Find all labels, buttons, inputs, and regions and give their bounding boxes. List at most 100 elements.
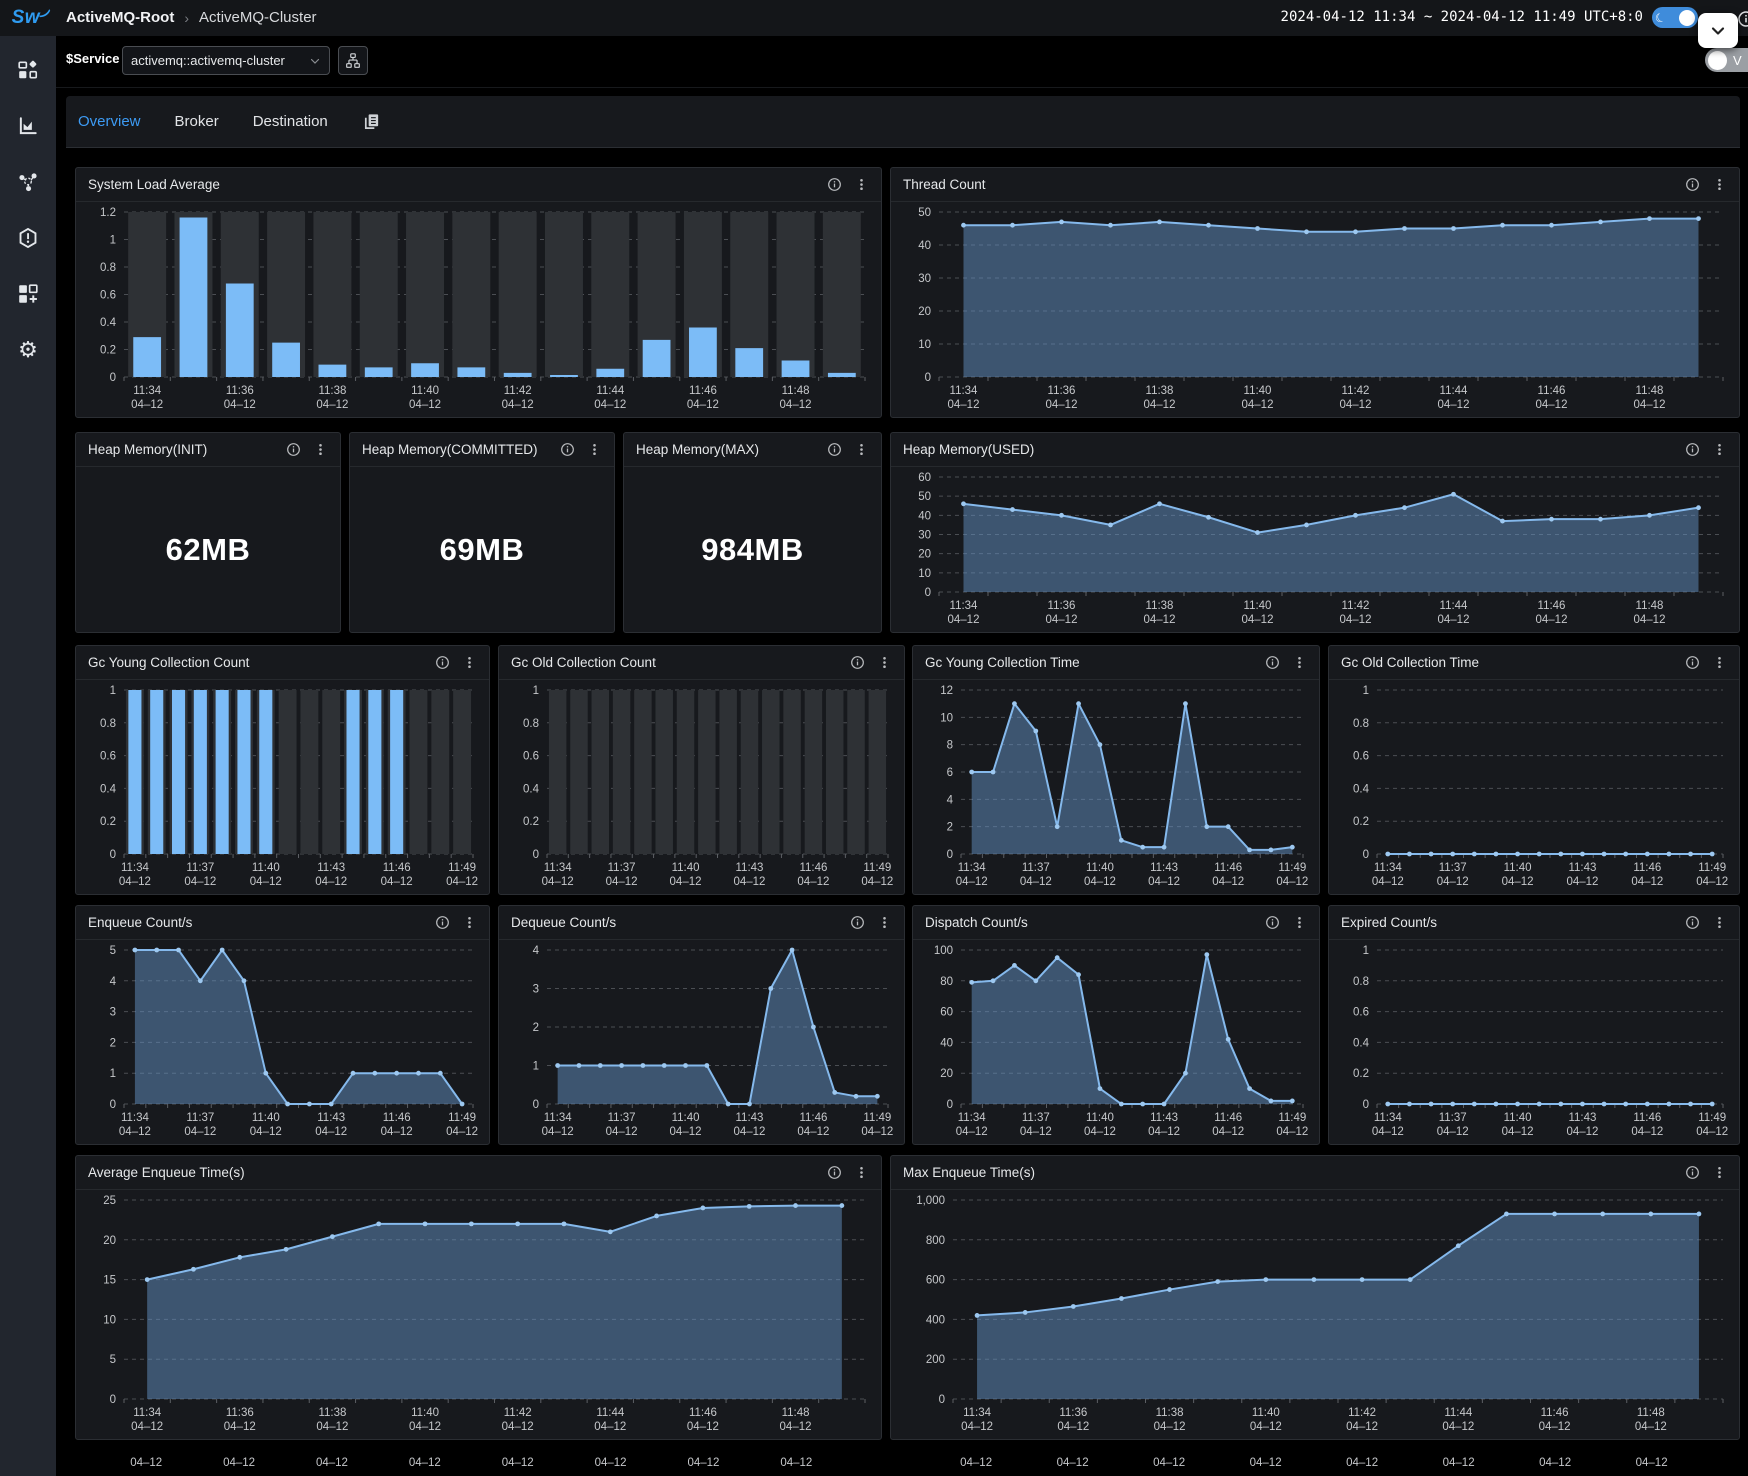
view-toggle-label: V bbox=[1733, 53, 1742, 68]
svg-text:0: 0 bbox=[110, 849, 116, 861]
service-select[interactable]: activemq::activemq-cluster bbox=[122, 46, 330, 75]
sidebar-item-dashboards[interactable] bbox=[16, 58, 40, 82]
svg-text:11:46: 11:46 bbox=[1633, 1112, 1661, 1124]
svg-text:11:44: 11:44 bbox=[1444, 1407, 1473, 1419]
svg-text:04–12: 04–12 bbox=[1437, 1126, 1469, 1138]
kebab-menu-icon[interactable] bbox=[462, 655, 477, 670]
info-icon[interactable] bbox=[1685, 177, 1700, 192]
svg-text:1: 1 bbox=[110, 685, 116, 697]
svg-text:0.6: 0.6 bbox=[100, 290, 116, 302]
panel-header: Dispatch Count/s bbox=[913, 906, 1319, 940]
kebab-menu-icon[interactable] bbox=[854, 442, 869, 457]
info-icon[interactable] bbox=[1265, 655, 1280, 670]
info-icon[interactable] bbox=[1685, 1165, 1700, 1180]
info-icon[interactable] bbox=[1685, 655, 1700, 670]
info-icon[interactable] bbox=[827, 177, 842, 192]
svg-text:04–12: 04–12 bbox=[780, 1457, 812, 1469]
header-info-icon[interactable] bbox=[1737, 10, 1748, 33]
svg-text:04–12: 04–12 bbox=[797, 876, 829, 888]
svg-text:04–12: 04–12 bbox=[542, 876, 574, 888]
svg-text:20: 20 bbox=[918, 306, 931, 318]
time-range[interactable]: 2024-04-12 11:34 ~ 2024-04-12 11:49 UTC+… bbox=[1281, 9, 1643, 25]
svg-text:0: 0 bbox=[947, 1099, 953, 1111]
gc-old-time-chart: 10.80.60.40.2011:3404–1211:3704–1211:400… bbox=[1329, 680, 1739, 899]
svg-text:20: 20 bbox=[103, 1235, 116, 1247]
svg-text:04–12: 04–12 bbox=[594, 399, 626, 411]
info-icon[interactable] bbox=[1685, 915, 1700, 930]
info-icon[interactable] bbox=[435, 915, 450, 930]
service-topology-button[interactable] bbox=[338, 46, 368, 75]
info-icon[interactable] bbox=[1265, 915, 1280, 930]
info-icon[interactable] bbox=[286, 442, 301, 457]
kebab-menu-icon[interactable] bbox=[1712, 915, 1727, 930]
svg-text:200: 200 bbox=[926, 1354, 945, 1366]
info-icon[interactable] bbox=[850, 915, 865, 930]
svg-text:11:37: 11:37 bbox=[186, 862, 214, 874]
kebab-menu-icon[interactable] bbox=[587, 442, 602, 457]
svg-text:0.2: 0.2 bbox=[100, 816, 116, 828]
info-icon[interactable] bbox=[850, 655, 865, 670]
sidebar-item-metrics[interactable] bbox=[16, 114, 40, 138]
panel-thread-count: Thread Count 5040302010011:3404–1211:360… bbox=[890, 167, 1740, 418]
svg-text:04–12: 04–12 bbox=[1631, 1126, 1663, 1138]
info-icon[interactable] bbox=[827, 442, 842, 457]
svg-text:11:46: 11:46 bbox=[689, 1407, 717, 1419]
kebab-menu-icon[interactable] bbox=[877, 655, 892, 670]
collapse-header-button[interactable] bbox=[1698, 13, 1738, 48]
panel-header: Expired Count/s bbox=[1329, 906, 1739, 940]
kebab-menu-icon[interactable] bbox=[854, 1165, 869, 1180]
kebab-menu-icon[interactable] bbox=[1712, 655, 1727, 670]
svg-text:04–12: 04–12 bbox=[733, 1126, 765, 1138]
kebab-menu-icon[interactable] bbox=[1712, 1165, 1727, 1180]
info-icon[interactable] bbox=[1685, 442, 1700, 457]
svg-text:04–12: 04–12 bbox=[502, 399, 534, 411]
view-mode-toggle[interactable]: V bbox=[1705, 48, 1748, 72]
settings-icon: ⚙ bbox=[18, 339, 38, 361]
dark-mode-toggle[interactable]: ☾ bbox=[1652, 7, 1698, 28]
kebab-menu-icon[interactable] bbox=[1292, 655, 1307, 670]
kebab-menu-icon[interactable] bbox=[877, 915, 892, 930]
svg-text:04–12: 04–12 bbox=[1636, 1457, 1668, 1469]
svg-text:1: 1 bbox=[533, 1061, 539, 1073]
heap-committed-value: 69MB bbox=[440, 532, 525, 568]
skywalking-logo[interactable]: Sw) bbox=[0, 0, 56, 36]
info-icon[interactable] bbox=[827, 1165, 842, 1180]
tab-overview[interactable]: Overview bbox=[78, 113, 141, 130]
kebab-menu-icon[interactable] bbox=[313, 442, 328, 457]
svg-text:1,000: 1,000 bbox=[916, 1195, 945, 1207]
svg-text:11:42: 11:42 bbox=[504, 1407, 532, 1419]
svg-text:20: 20 bbox=[918, 549, 931, 561]
sidebar-item-topology[interactable] bbox=[16, 170, 40, 194]
kebab-menu-icon[interactable] bbox=[1292, 915, 1307, 930]
svg-text:0.8: 0.8 bbox=[523, 718, 539, 730]
svg-text:11:42: 11:42 bbox=[1348, 1407, 1376, 1419]
panel-gc-young-time: Gc Young Collection Time 12108642011:340… bbox=[912, 645, 1320, 895]
svg-text:04–12: 04–12 bbox=[1566, 876, 1598, 888]
svg-text:40: 40 bbox=[918, 240, 931, 252]
tab-broker[interactable]: Broker bbox=[175, 113, 219, 130]
kebab-menu-icon[interactable] bbox=[1712, 442, 1727, 457]
kebab-menu-icon[interactable] bbox=[854, 177, 869, 192]
svg-text:0: 0 bbox=[939, 1394, 945, 1406]
kebab-menu-icon[interactable] bbox=[1712, 177, 1727, 192]
panel-header: Gc Old Collection Count bbox=[499, 646, 904, 680]
copy-dashboard-icon[interactable] bbox=[362, 112, 381, 131]
svg-text:11:37: 11:37 bbox=[186, 1112, 214, 1124]
svg-text:04–12: 04–12 bbox=[1242, 399, 1274, 411]
info-icon[interactable] bbox=[435, 655, 450, 670]
svg-text:11:34: 11:34 bbox=[544, 862, 573, 874]
sidebar-item-new-dashboard[interactable] bbox=[16, 282, 40, 306]
sidebar-item-settings[interactable]: ⚙ bbox=[16, 338, 40, 362]
svg-text:20: 20 bbox=[940, 1068, 953, 1080]
svg-text:1: 1 bbox=[1363, 685, 1369, 697]
breadcrumb-root[interactable]: ActiveMQ-Root bbox=[66, 9, 174, 26]
svg-text:0.6: 0.6 bbox=[523, 751, 539, 763]
svg-text:11:43: 11:43 bbox=[736, 862, 764, 874]
svg-text:04–12: 04–12 bbox=[733, 876, 765, 888]
info-icon[interactable] bbox=[560, 442, 575, 457]
tab-destination[interactable]: Destination bbox=[253, 113, 328, 130]
svg-text:04–12: 04–12 bbox=[1443, 1457, 1475, 1469]
sidebar-item-alerting[interactable] bbox=[16, 226, 40, 250]
kebab-menu-icon[interactable] bbox=[462, 915, 477, 930]
svg-text:04–12: 04–12 bbox=[1276, 1126, 1308, 1138]
